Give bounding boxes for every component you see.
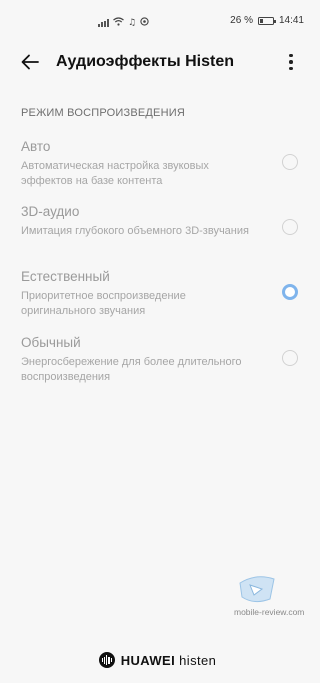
signal-icon <box>98 19 109 27</box>
option-auto[interactable]: Авто Автоматическая настройка звуковых э… <box>0 139 315 201</box>
more-options-icon[interactable] <box>283 50 299 74</box>
option-description: Автоматическая настройка звуковых эффект… <box>21 160 209 187</box>
option-description: Энергосбережение для более длительного в… <box>21 356 242 383</box>
option-description: Приоритетное воспроизведение оригинально… <box>21 290 186 317</box>
option-3d-audio[interactable]: 3D-аудио Имитация глубокого объемного 3D… <box>0 204 315 266</box>
status-icons: ♫ <box>98 17 149 29</box>
status-right: 26 % 14:41 <box>230 15 304 26</box>
brand-wordmark: HUAWEI histen <box>121 653 217 668</box>
status-bar: ♫ 26 % 14:41 <box>0 0 315 44</box>
radio-button[interactable] <box>282 154 298 170</box>
page-title: Аудиоэффекты Histen <box>56 53 234 70</box>
option-description: Имитация глубокого объемного 3D-звучания <box>21 225 249 237</box>
back-arrow-icon[interactable] <box>18 50 42 74</box>
watermark-logo-icon <box>236 573 278 611</box>
battery-icon <box>257 16 276 25</box>
wifi-icon <box>113 17 124 29</box>
option-title: Авто <box>21 139 51 154</box>
option-normal[interactable]: Обычный Энергосбережение для более длите… <box>0 335 315 397</box>
brand-product: histen <box>179 652 217 668</box>
histen-logo-icon <box>98 652 115 668</box>
brand-footer: HUAWEI histen <box>0 652 315 668</box>
radio-button[interactable] <box>282 219 298 235</box>
clock: 14:41 <box>278 15 304 26</box>
battery-percent: 26 % <box>230 15 253 26</box>
option-title: Естественный <box>21 269 110 284</box>
radio-button[interactable] <box>282 350 298 366</box>
watermark-text: mobile-review.com <box>234 607 305 617</box>
option-natural[interactable]: Естественный Приоритетное воспроизведени… <box>0 269 315 331</box>
option-title: Обычный <box>21 335 81 350</box>
notification-icon <box>140 17 149 29</box>
option-title: 3D-аудио <box>21 204 80 219</box>
app-bar: Аудиоэффекты Histen <box>0 44 315 80</box>
brand-name: HUAWEI <box>120 652 176 668</box>
section-header: РЕЖИМ ВОСПРОИЗВЕДЕНИЯ <box>21 107 185 119</box>
radio-button-selected[interactable] <box>282 284 298 300</box>
music-note-icon: ♫ <box>128 17 137 28</box>
